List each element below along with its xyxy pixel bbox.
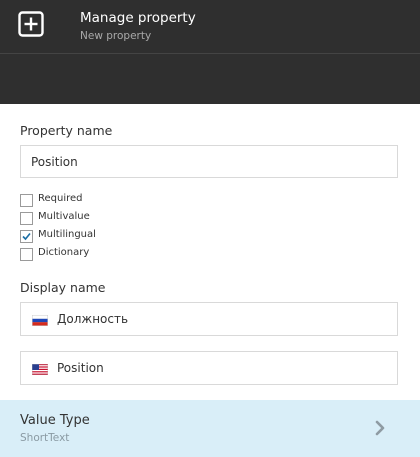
property-name-input[interactable]: Position	[20, 145, 398, 178]
usa-flag-icon	[32, 364, 48, 375]
required-label: Required	[38, 193, 83, 204]
chevron-right-icon	[375, 420, 385, 436]
page-subtitle: New property	[80, 30, 152, 42]
value-type-value: ShortText	[20, 432, 70, 444]
multivalue-label: Multivalue	[38, 211, 90, 222]
multilingual-label: Multilingual	[38, 229, 96, 240]
required-checkbox[interactable]	[20, 194, 33, 207]
dictionary-label: Dictionary	[38, 247, 90, 258]
value-type-title: Value Type	[20, 413, 90, 428]
value-type-row[interactable]: Value Type ShortText	[0, 400, 420, 457]
property-name-label: Property name	[20, 123, 113, 138]
multilingual-checkbox[interactable]	[20, 230, 33, 243]
header-bar: Manage property New property	[0, 0, 420, 53]
dictionary-checkbox[interactable]	[20, 248, 33, 261]
multivalue-checkbox[interactable]	[20, 212, 33, 225]
toolbar	[0, 54, 420, 104]
page-title: Manage property	[80, 10, 196, 26]
display-name-label: Display name	[20, 280, 106, 295]
display-name-english-value: Position	[57, 361, 104, 375]
russia-flag-icon	[32, 315, 48, 326]
display-name-russian-input[interactable]: Должность	[20, 302, 398, 336]
plus-square-icon[interactable]	[18, 11, 44, 37]
display-name-english-input[interactable]: Position	[20, 351, 398, 385]
property-name-value: Position	[31, 155, 78, 169]
checkmark-icon	[22, 232, 31, 241]
display-name-russian-value: Должность	[57, 312, 129, 326]
